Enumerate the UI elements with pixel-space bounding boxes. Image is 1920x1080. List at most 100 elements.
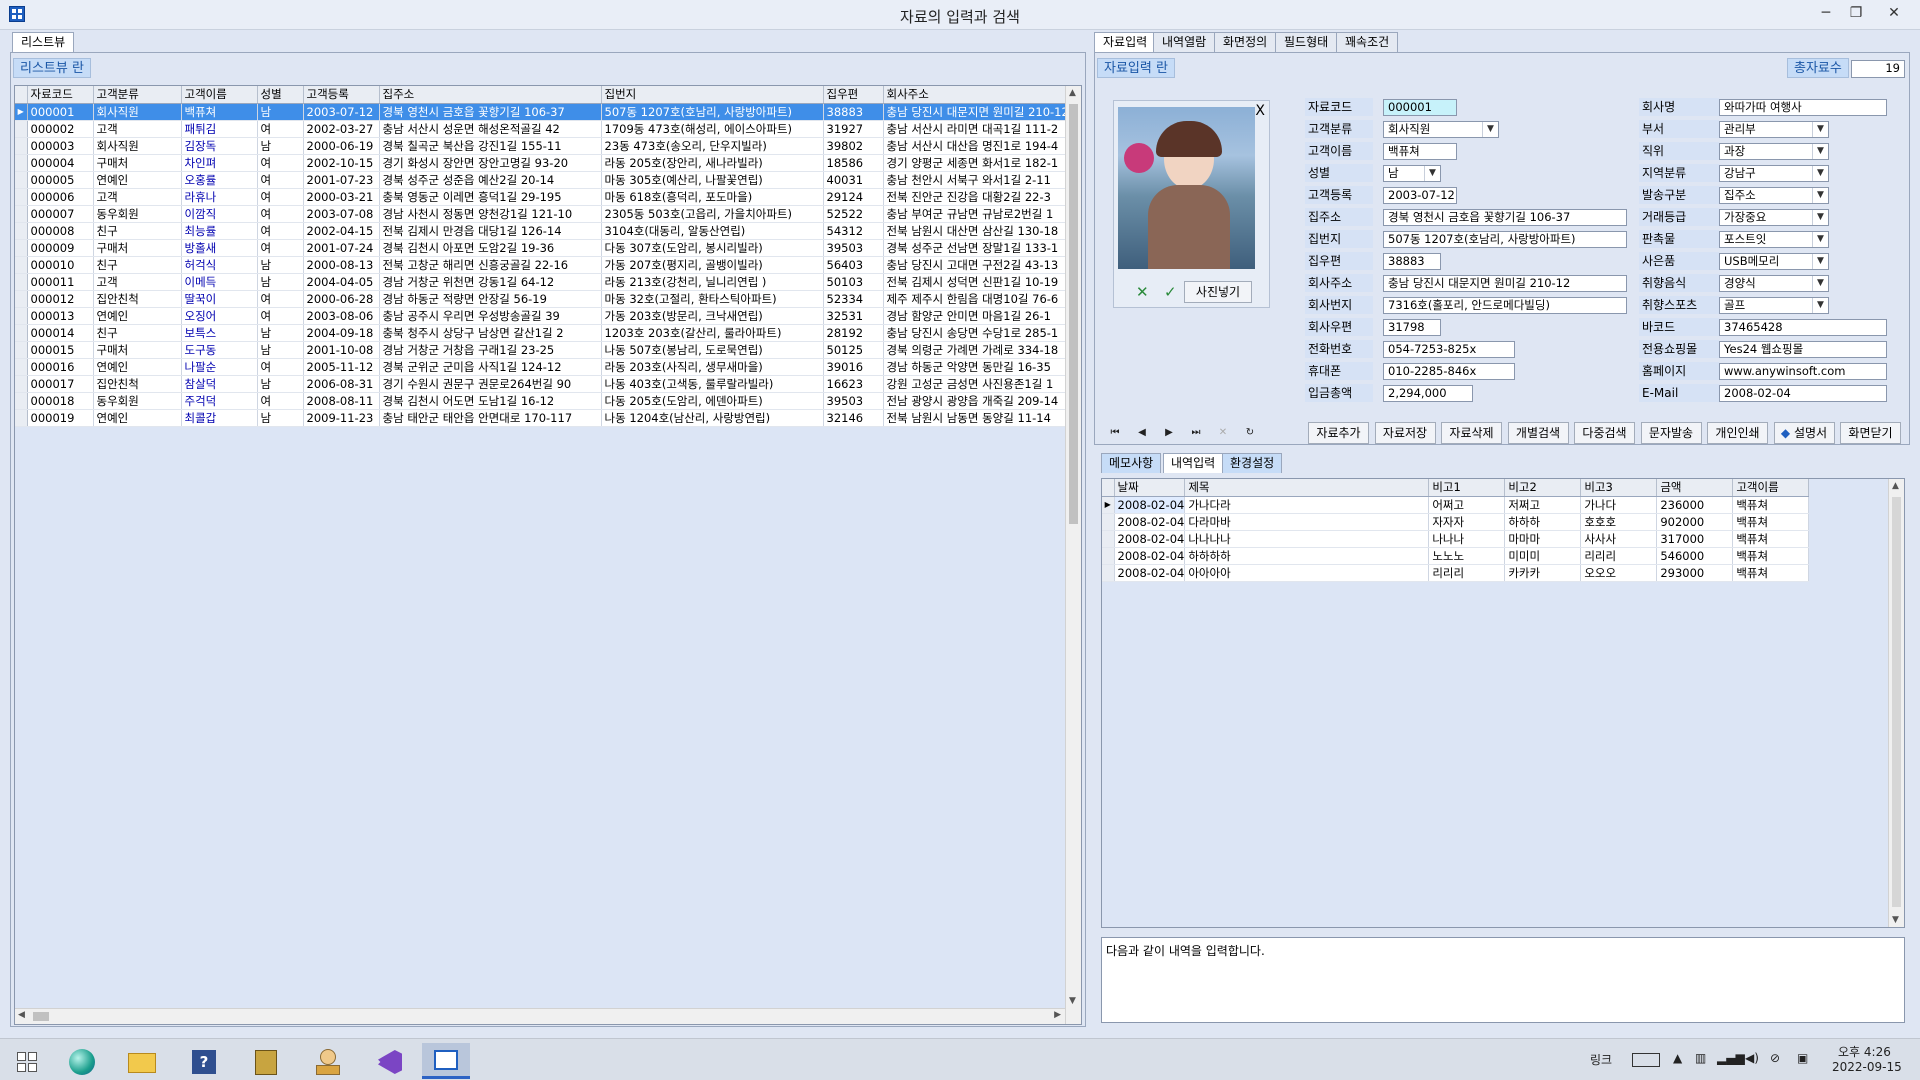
close-screen-button[interactable]: 화면닫기 [1840,422,1901,444]
field-input[interactable]: 7316호(홀포리, 안드로메다빌딩) [1383,297,1627,314]
column-header[interactable]: 집번지 [601,86,824,104]
tab-screen-definition[interactable]: 화면정의 [1214,32,1277,52]
scroll-up-icon[interactable]: ▲ [1892,481,1899,491]
column-header[interactable]: 자료코드 [27,86,94,104]
column-header[interactable]: 비고3 [1580,479,1658,497]
first-record-icon[interactable]: ⏮ [1105,424,1125,442]
table-row[interactable]: 000002 고객 패튀김 여 2002-03-27 충남 서산시 성운면 해성온적골길 … [15,120,1074,138]
column-header[interactable]: 집주소 [379,86,602,104]
column-header[interactable]: 금액 [1656,479,1734,497]
scroll-right-icon[interactable]: ▶ [1054,1010,1061,1020]
field-input[interactable]: 37465428 [1719,319,1887,336]
photo-cancel-icon[interactable]: ✕ [1136,283,1149,301]
chevron-down-icon[interactable]: ▼ [1812,298,1828,313]
history-grid[interactable]: 날짜 제목 비고1 비고2 비고3 금액 고객이름 ▶ 2008-02-04 가나다라 어쩌고 저쩌… [1101,478,1905,928]
column-header[interactable]: 제목 [1184,479,1430,497]
customer-grid[interactable]: 자료코드 고객분류 고객이름 성별 고객등록 집주소 집번지 집우편 회사주소 ▶ 000001 회… [14,85,1082,1025]
field-input[interactable]: 2,294,000 [1383,385,1473,402]
field-combobox[interactable]: USB메모리 ▼ [1719,253,1829,270]
field-input[interactable]: 38883 [1383,253,1441,270]
grid-horizontal-scrollbar[interactable]: ◀ ▶ [15,1008,1065,1024]
memo-textarea[interactable]: 다음과 같이 내역을 입력합니다. [1101,937,1905,1023]
table-row[interactable]: 000010 친구 허걱식 남 2000-08-13 전북 고창군 해리면 신흥궁골길 2… [15,256,1074,274]
table-row[interactable]: 000012 집안친척 딸꾹이 여 2000-06-28 경남 하동군 적량면 안장길 5… [15,290,1074,308]
chevron-down-icon[interactable]: ▼ [1812,276,1828,291]
chevron-down-icon[interactable]: ▼ [1812,254,1828,269]
column-header[interactable]: 고객분류 [93,86,182,104]
table-row[interactable]: 000006 고객 라휴나 여 2000-03-21 충북 영동군 이레면 흥덕1길 29… [15,188,1074,206]
signal-icon[interactable]: ▂▄▆ [1717,1051,1745,1065]
subtab-memo[interactable]: 메모사항 [1101,453,1162,473]
clock-date[interactable]: 2022-09-15 [1832,1060,1902,1074]
maximize-button[interactable]: ❐ [1842,2,1870,24]
chevron-down-icon[interactable]: ▼ [1812,144,1828,159]
tab-field-type[interactable]: 필드형태 [1275,32,1338,52]
chevron-down-icon[interactable]: ▼ [1424,166,1440,181]
table-row[interactable]: 000004 구매처 차인펴 여 2002-10-15 경기 화성시 장안면 장안고명길 … [15,154,1074,172]
tab-data-entry[interactable]: 자료입력 [1094,32,1157,52]
table-row[interactable]: 000011 고객 이메득 남 2004-04-05 경남 거창군 위천면 강동1길 64… [15,273,1074,291]
table-row[interactable]: 000016 연예인 나팔순 여 2005-11-12 경북 군위군 군미읍 사직1길 1… [15,358,1074,376]
field-input[interactable]: 054-7253-825x [1383,341,1515,358]
chevron-down-icon[interactable]: ▼ [1482,122,1498,137]
column-header[interactable]: 고객이름 [1732,479,1810,497]
field-input[interactable]: 2008-02-04 [1719,385,1887,402]
table-row[interactable]: 000019 연예인 최콜갑 남 2009-11-23 충남 태안군 태안읍 안면대로 1… [15,409,1074,427]
column-header[interactable]: 비고2 [1504,479,1582,497]
photo-confirm-icon[interactable]: ✓ [1164,283,1177,301]
field-input[interactable]: 경북 영천시 금호읍 꽃향기길 106-37 [1383,209,1627,226]
close-button[interactable]: ✕ [1880,2,1908,24]
chevron-down-icon[interactable]: ▼ [1812,188,1828,203]
print-personal-button[interactable]: 개인인쇄 [1707,422,1768,444]
history-vscroll-thumb[interactable] [1892,497,1901,907]
save-record-button[interactable]: 자료저장 [1374,422,1436,444]
table-row[interactable]: ▶ 000001 회사직원 백퓨쳐 남 2003-07-12 경북 영천시 금호읍 꽃향기길… [15,103,1074,121]
table-row[interactable]: 000007 동우회원 이깜직 여 2003-07-08 경남 사천시 정동면 양천강1길… [15,205,1074,223]
table-row[interactable]: 000013 연예인 오징어 여 2003-08-06 충남 공주시 우리면 우성방송골길… [15,307,1074,325]
table-row[interactable]: 2008-02-04 하하하하 노노노 미미미 리리리 546000 백퓨쳐 [1102,547,1810,565]
field-combobox[interactable]: 포스트잇 ▼ [1719,231,1829,248]
link-toolbar-label[interactable]: 링크 [1590,1051,1612,1068]
field-input[interactable]: www.anywinsoft.com [1719,363,1887,380]
grid-vscroll-thumb[interactable] [1069,104,1078,524]
field-combobox[interactable]: 강남구 ▼ [1719,165,1829,182]
column-header[interactable]: 집우편 [823,86,884,104]
file-explorer-icon[interactable] [118,1043,166,1079]
table-row[interactable]: ▶ 2008-02-04 가나다라 어쩌고 저쩌고 가나다 236000 백퓨쳐 [1102,496,1810,514]
column-header[interactable]: 비고1 [1428,479,1506,497]
add-record-button[interactable]: 자료추가 [1308,422,1369,444]
field-combobox[interactable]: 관리부 ▼ [1719,121,1829,138]
field-input[interactable]: 백퓨쳐 [1383,143,1457,160]
field-input[interactable]: 2003-07-12 [1383,187,1457,204]
field-combobox[interactable]: 집주소 ▼ [1719,187,1829,204]
help-icon[interactable]: ? [180,1043,228,1079]
field-combobox[interactable]: 남 ▼ [1383,165,1441,182]
minimize-button[interactable]: ─ [1812,2,1840,24]
table-row[interactable]: 000017 집안친척 참살덕 남 2006-08-31 경기 수원시 권문구 권문로26… [15,375,1074,393]
grid-hscroll-thumb[interactable] [33,1012,49,1021]
scroll-down-icon[interactable]: ▼ [1892,915,1899,925]
cancel-edit-icon[interactable]: ✕ [1213,424,1233,442]
chevron-down-icon[interactable]: ▼ [1812,210,1828,225]
field-combobox[interactable]: 회사직원 ▼ [1383,121,1499,138]
tab-condition[interactable]: 꽤속조건 [1336,32,1399,52]
field-input[interactable]: 507동 1207호(호남리, 사랑방아파트) [1383,231,1627,248]
notification-off-icon[interactable]: ⊘ [1770,1051,1780,1065]
table-row[interactable]: 000018 동우회원 주걱덕 여 2008-08-11 경북 김천시 어도면 도남1길 … [15,392,1074,410]
field-input[interactable]: 31798 [1383,319,1441,336]
refresh-icon[interactable]: ↻ [1240,424,1260,442]
send-sms-button[interactable]: 문자발송 [1640,422,1702,444]
field-combobox[interactable]: 골프 ▼ [1719,297,1829,314]
column-header[interactable]: 고객이름 [181,86,258,104]
chevron-down-icon[interactable]: ▼ [1812,122,1828,137]
user-icon[interactable] [304,1043,352,1079]
history-vertical-scrollbar[interactable]: ▲ ▼ [1888,479,1904,927]
scroll-left-icon[interactable]: ◀ [18,1010,25,1020]
previous-record-icon[interactable]: ◀ [1132,424,1152,442]
tray-arrow-icon[interactable]: ▲ [1673,1051,1682,1065]
archive-icon[interactable] [242,1043,290,1079]
column-header[interactable]: 회사주소 [883,86,1074,104]
delete-record-button[interactable]: 자료삭제 [1441,422,1502,444]
field-combobox[interactable]: 경양식 ▼ [1719,275,1829,292]
table-row[interactable]: 000005 연예인 오홍률 여 2001-07-23 경북 성주군 성준읍 예산2길 2… [15,171,1074,189]
